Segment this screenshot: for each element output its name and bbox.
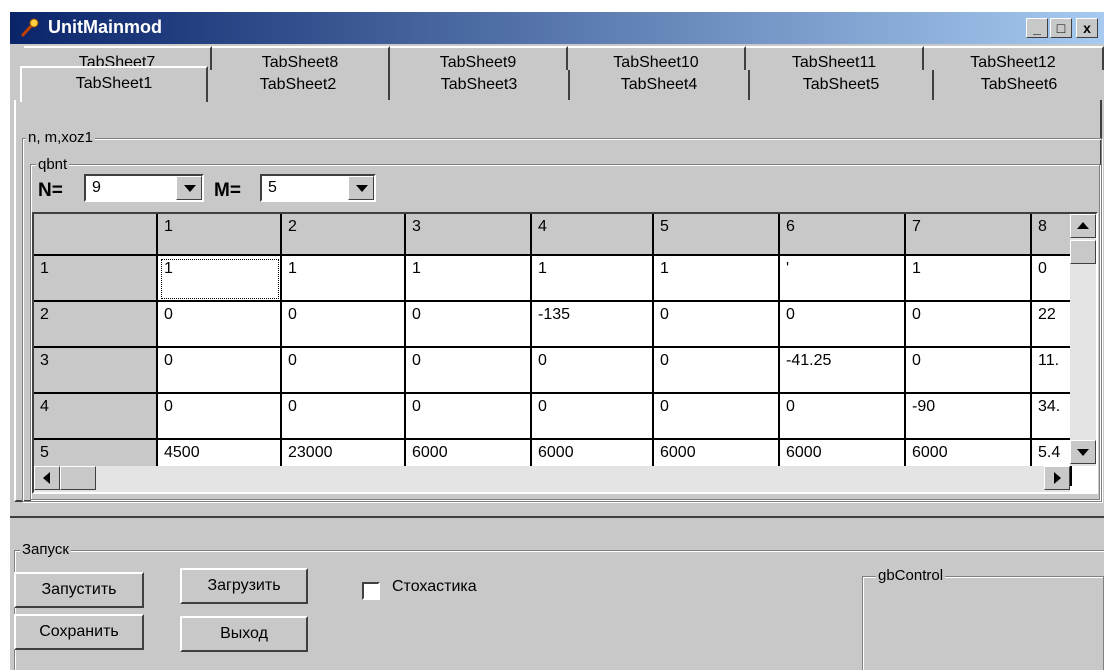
grid-header-cell: 1 [158,214,282,256]
grid-cell[interactable]: 22 [1032,302,1072,348]
grid-cell[interactable]: 0 [158,394,282,440]
tab-tabsheet8[interactable]: TabSheet8 [212,46,390,70]
group-qbnt-label: qbnt [36,156,70,173]
minimize-button[interactable]: _ [1026,18,1048,38]
grid-header-cell: 8 [1032,214,1072,256]
tab-tabsheet10[interactable]: TabSheet10 [568,46,746,70]
grid-cell[interactable]: 0 [282,302,406,348]
grid-header-cell: 7 [906,214,1032,256]
group-outer-label: n, m,xoz1 [26,129,96,146]
tab-tabsheet4[interactable]: TabSheet4 [570,70,750,100]
grid-header-cell [34,214,158,256]
tab-tabsheet3[interactable]: TabSheet3 [390,70,570,100]
m-combo[interactable]: 5 [260,174,376,202]
tab-tabsheet11[interactable]: TabSheet11 [746,46,924,70]
grid-cell[interactable]: 1 [282,256,406,302]
scroll-thumb[interactable] [1070,240,1096,264]
m-value: 5 [268,179,277,196]
exit-button[interactable]: Выход [180,616,308,652]
grid-cell[interactable]: 0 [532,394,654,440]
grid-cell[interactable]: ' [780,256,906,302]
grid-cell[interactable]: 1 [532,256,654,302]
stochastic-label: Стохастика [392,578,477,595]
group-control-label: gbControl [876,567,946,584]
grid-header-cell: 3 [406,214,532,256]
tab-tabsheet5[interactable]: TabSheet5 [750,70,934,100]
grid-cell[interactable]: 1 [654,256,780,302]
tab-tabsheet2[interactable]: TabSheet2 [208,70,390,100]
group-launch-label: Запуск [20,541,71,558]
grid-cell[interactable]: 0 [654,348,780,394]
n-combo[interactable]: 9 [84,174,204,202]
grid-cell[interactable]: 0 [906,302,1032,348]
grid-header-cell: 6 [780,214,906,256]
grid-row-header: 1 [34,256,158,302]
tab-tabsheet1[interactable]: TabSheet1 [20,66,208,102]
chevron-down-icon[interactable] [348,176,374,200]
tab-tabsheet6[interactable]: TabSheet6 [934,70,1104,100]
load-button[interactable]: Загрузить [180,568,308,604]
grid-cell[interactable]: 0 [406,348,532,394]
grid-cell[interactable]: 34. [1032,394,1072,440]
grid-cell[interactable]: 0 [406,394,532,440]
separator [10,516,1104,518]
group-control [862,576,1104,670]
grid-cell[interactable]: 0 [654,302,780,348]
grid-cell[interactable]: 0 [282,348,406,394]
scroll-left-icon[interactable] [34,466,60,490]
title-bar[interactable]: UnitMainmod _ □ x [10,12,1104,44]
stochastic-checkbox[interactable] [362,582,380,600]
grid-cell[interactable]: 0 [654,394,780,440]
chevron-down-icon[interactable] [176,176,202,200]
window-title: UnitMainmod [48,17,162,37]
app-icon [20,18,39,38]
grid-cell[interactable]: 0 [158,348,282,394]
grid-row-header: 3 [34,348,158,394]
grid-cell[interactable]: 0 [780,302,906,348]
grid-row-header: 2 [34,302,158,348]
tab-tabsheet12[interactable]: TabSheet12 [924,46,1104,70]
n-value: 9 [92,179,101,196]
save-button[interactable]: Сохранить [14,614,144,650]
scroll-down-icon[interactable] [1070,440,1096,464]
grid-cell[interactable]: -90 [906,394,1032,440]
grid-cell[interactable]: 1 [406,256,532,302]
hscroll-thumb[interactable] [60,466,96,490]
grid-row-header: 4 [34,394,158,440]
run-button[interactable]: Запустить [14,572,144,608]
grid-cell[interactable]: 11. [1032,348,1072,394]
grid-header-cell: 5 [654,214,780,256]
grid-cell[interactable]: -135 [532,302,654,348]
tab-tabsheet9[interactable]: TabSheet9 [390,46,568,70]
data-grid[interactable]: 1 2 3 4 5 6 7 8 1 1 1 1 1 1 ' 1 0 2 0 0 0 -135 0 0 0 22 3 0 0 0 0 0 -41.… [32,212,1098,494]
horizontal-scrollbar[interactable] [34,466,1070,492]
grid-cell[interactable]: 0 [406,302,532,348]
close-button[interactable]: x [1076,18,1098,38]
grid-cell[interactable]: 0 [1032,256,1072,302]
grid-cell[interactable]: 0 [780,394,906,440]
maximize-button[interactable]: □ [1050,18,1072,38]
grid-cell[interactable]: 1 [906,256,1032,302]
scroll-up-icon[interactable] [1070,214,1096,238]
grid-header-cell: 2 [282,214,406,256]
main-window: UnitMainmod _ □ x TabSheet7 TabSheet8 Ta… [8,10,1104,670]
grid-cell[interactable]: -41.25 [780,348,906,394]
scroll-right-icon[interactable] [1044,466,1070,490]
grid-cell[interactable]: 0 [532,348,654,394]
n-label: N= [38,180,63,201]
vertical-scrollbar[interactable] [1070,214,1096,466]
grid-cell[interactable]: 1 [158,256,282,302]
grid-cell[interactable]: 0 [906,348,1032,394]
grid-cell[interactable]: 0 [282,394,406,440]
m-label: M= [214,180,241,201]
grid-header-cell: 4 [532,214,654,256]
grid-cell[interactable]: 0 [158,302,282,348]
